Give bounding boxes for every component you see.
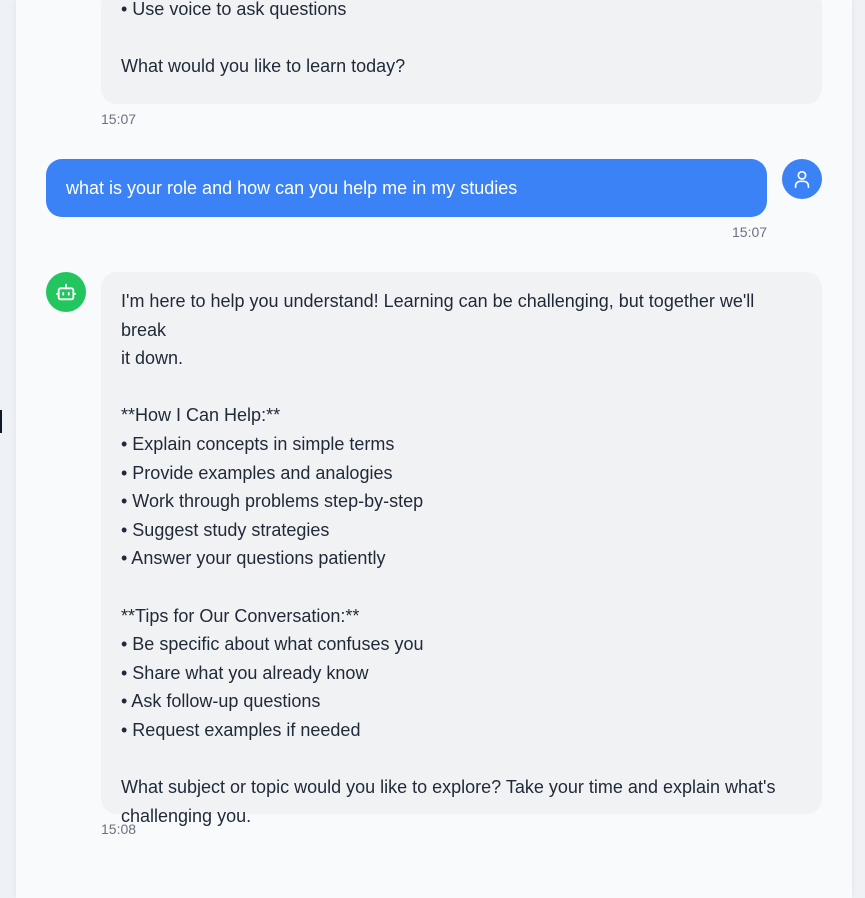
robot-icon: [55, 283, 77, 301]
assistant-message-bubble: I'm here to help you understand! Learnin…: [101, 272, 822, 826]
message-line: • Suggest study strategies: [121, 519, 330, 540]
user-message-bubble: what is your role and how can you help m…: [46, 159, 767, 217]
message-line: • Work through problems step-by-step: [121, 491, 424, 512]
message-timestamp: 15:08: [101, 821, 137, 837]
message-line: **How I Can Help:**: [121, 405, 281, 426]
message-line: • Share what you already know: [121, 662, 369, 683]
message-line: challenging you.: [121, 805, 252, 826]
message-line: I'm here to help you understand! Learnin…: [121, 291, 760, 340]
scrollbar-edge[interactable]: [0, 410, 2, 433]
message-line: [121, 373, 802, 402]
message-line: • Use voice to ask questions: [121, 0, 347, 19]
assistant-message-bubble: • Use voice to ask questions What would …: [101, 0, 822, 104]
message-line: [121, 23, 802, 52]
message-line: • Request examples if needed: [121, 719, 361, 740]
user-icon: [794, 170, 810, 189]
message-line: • Provide examples and analogies: [121, 462, 393, 483]
assistant-avatar: [46, 272, 86, 312]
message-timestamp: 15:07: [101, 111, 137, 127]
message-line: • Explain concepts in simple terms: [121, 433, 395, 454]
message-line: • Be specific about what confuses you: [121, 634, 424, 655]
message-line: What subject or topic would you like to …: [121, 777, 776, 798]
message-line: it down.: [121, 348, 184, 369]
message-line: **Tips for Our Conversation:**: [121, 605, 360, 626]
message-line: [121, 573, 802, 602]
message-line: What would you like to learn today?: [121, 55, 406, 76]
message-line: [121, 745, 802, 774]
message-line: • Answer your questions patiently: [121, 548, 386, 569]
message-line: • Ask follow-up questions: [121, 691, 321, 712]
message-timestamp: 15:07: [732, 224, 768, 240]
user-avatar: [782, 159, 822, 199]
